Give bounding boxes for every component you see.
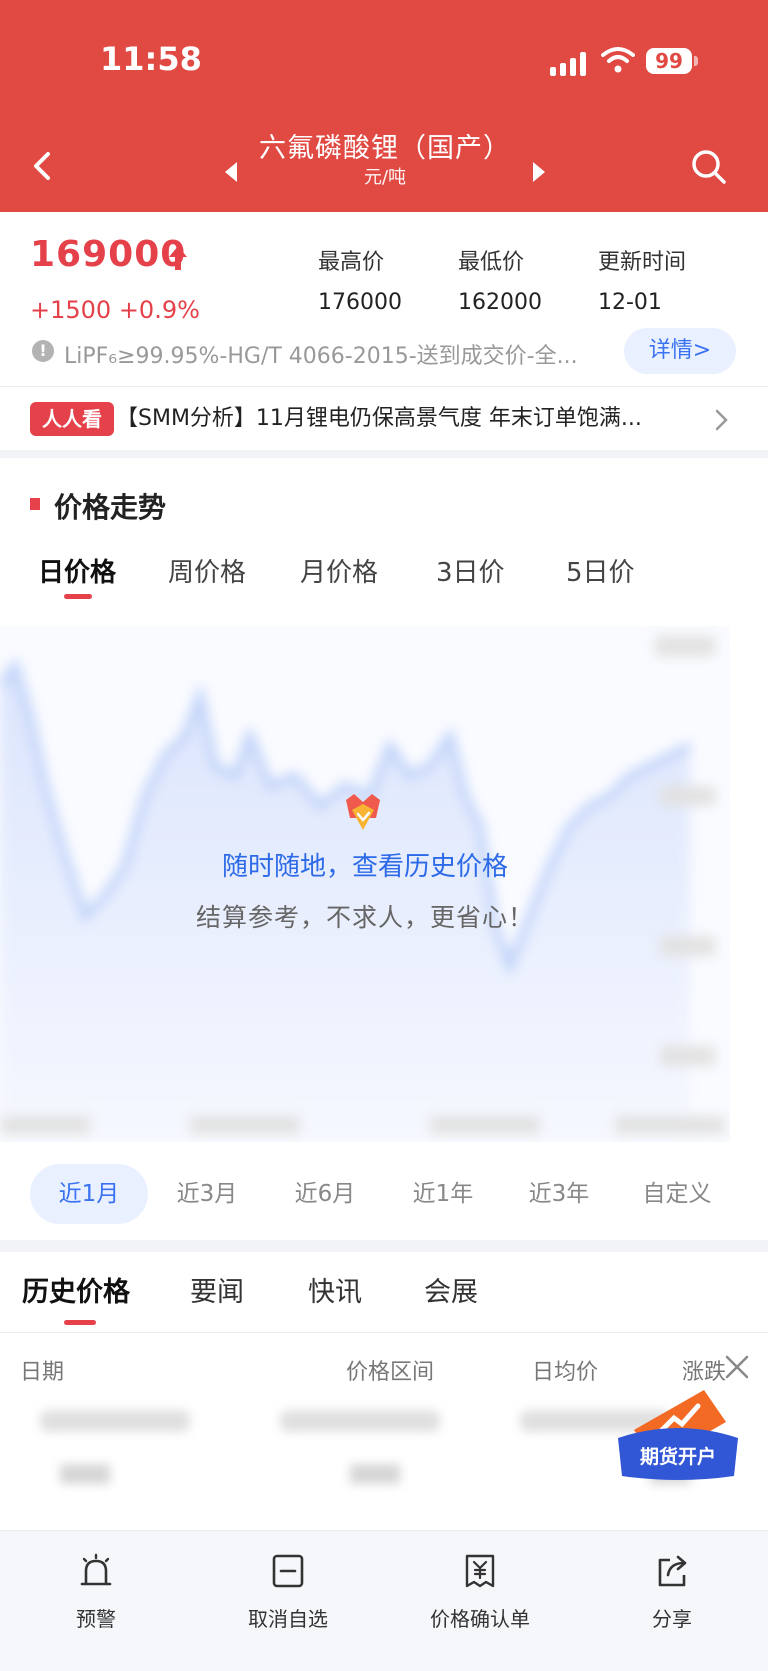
next-product-icon[interactable]: [530, 160, 548, 184]
high-price-value: 176000: [318, 290, 402, 315]
futures-account-badge[interactable]: 期货开户: [616, 1388, 740, 1486]
tab-history-price[interactable]: 历史价格: [22, 1270, 130, 1309]
price-confirmation-label: 价格确认单: [430, 1607, 530, 1631]
minus-square-icon: [272, 1554, 304, 1588]
tab-5day-price[interactable]: 5日价: [566, 552, 635, 589]
column-date: 日期: [20, 1360, 65, 1385]
futures-account-label: 期货开户: [639, 1446, 716, 1468]
active-tab-indicator: [64, 594, 92, 599]
current-price: 169000: [30, 234, 187, 275]
product-title: 六氟磷酸锂（国产）: [259, 133, 511, 164]
news-headline[interactable]: 【SMM分析】11月锂电仍保高景气度 年末订单饱满...: [116, 402, 686, 436]
section-marker: [30, 498, 40, 510]
news-badge: 人人看: [30, 402, 114, 436]
share-icon: [658, 1555, 687, 1587]
section-gap: [0, 450, 768, 458]
price-up-icon: [169, 246, 187, 270]
product-title-block: 六氟磷酸锂（国产） 元/吨: [220, 132, 550, 190]
active-tab-indicator: [64, 1320, 96, 1325]
battery-icon: 99: [646, 48, 698, 76]
range-3-months[interactable]: 近3月: [148, 1164, 266, 1224]
share-button[interactable]: 分享: [592, 1541, 752, 1632]
high-price-label: 最高价: [318, 250, 385, 275]
range-1-year[interactable]: 近1年: [384, 1164, 502, 1224]
tab-flash[interactable]: 快讯: [308, 1270, 362, 1309]
section-gap: [0, 1240, 768, 1252]
tab-monthly-price[interactable]: 月价格: [300, 552, 378, 589]
tab-news[interactable]: 要闻: [190, 1270, 244, 1309]
info-icon: !: [32, 340, 54, 362]
price-change: +1500 +0.9%: [30, 296, 200, 324]
range-custom[interactable]: 自定义: [618, 1164, 736, 1224]
update-time-label: 更新时间: [598, 250, 687, 275]
low-price-label: 最低价: [458, 250, 525, 275]
chevron-right-icon[interactable]: [714, 408, 730, 432]
cellular-signal-icon: [550, 52, 588, 76]
detail-button[interactable]: 详情>: [624, 328, 736, 374]
low-price-value: 162000: [458, 290, 542, 315]
battery-level: 99: [646, 48, 692, 74]
alert-button[interactable]: 预警: [16, 1541, 176, 1632]
status-time: 11:58: [100, 40, 202, 78]
range-6-months[interactable]: 近6月: [266, 1164, 384, 1224]
header-bar: 11:58 99 六氟磷酸锂（国产） 元/吨: [0, 0, 768, 212]
update-time-value: 12-01: [598, 290, 662, 315]
column-change: 涨跌: [682, 1360, 727, 1385]
news-ticker[interactable]: 人人看 【SMM分析】11月锂电仍保高景气度 年末订单饱满...: [0, 388, 768, 450]
column-avg-price: 日均价: [532, 1360, 599, 1385]
price-chart-locked[interactable]: 随时随地，查看历史价格 结算参考，不求人，更省心！: [0, 626, 730, 1142]
divider: [0, 386, 768, 387]
alert-label: 预警: [76, 1607, 116, 1631]
range-3-years[interactable]: 近3年: [500, 1164, 618, 1224]
back-arrow-icon[interactable]: [28, 146, 58, 186]
bottom-toolbar: 预警 取消自选 价格确认单 分享: [0, 1530, 768, 1671]
price-unit: 元/吨: [363, 167, 407, 188]
alarm-icon: [80, 1553, 112, 1586]
price-confirmation-button[interactable]: 价格确认单: [400, 1541, 560, 1632]
tab-weekly-price[interactable]: 周价格: [168, 552, 246, 589]
tab-daily-price[interactable]: 日价格: [38, 552, 116, 589]
history-promo-subtitle: 结算参考，不求人，更省心！: [195, 903, 534, 932]
remove-favorite-label: 取消自选: [248, 1607, 328, 1631]
futures-ticket-icon: [618, 1390, 738, 1480]
tab-exhibitions[interactable]: 会展: [424, 1270, 478, 1309]
share-label: 分享: [652, 1607, 692, 1631]
column-price-range: 价格区间: [346, 1360, 435, 1385]
history-promo-title[interactable]: 随时随地，查看历史价格: [0, 846, 730, 883]
tab-3day-price[interactable]: 3日价: [436, 552, 505, 589]
remove-favorite-button[interactable]: 取消自选: [208, 1541, 368, 1632]
product-spec: LiPF₆≥99.95%-HG/T 4066-2015-送到成交价-全...: [64, 344, 578, 369]
search-icon[interactable]: [690, 148, 728, 186]
range-1-month[interactable]: 近1月: [30, 1164, 148, 1224]
divider: [0, 1332, 768, 1333]
section-title: 价格走势: [54, 491, 167, 524]
wifi-icon: [601, 47, 635, 73]
yuan-document-icon: [465, 1554, 495, 1588]
promo-logo-icon: [346, 794, 380, 830]
close-icon[interactable]: [722, 1352, 752, 1382]
